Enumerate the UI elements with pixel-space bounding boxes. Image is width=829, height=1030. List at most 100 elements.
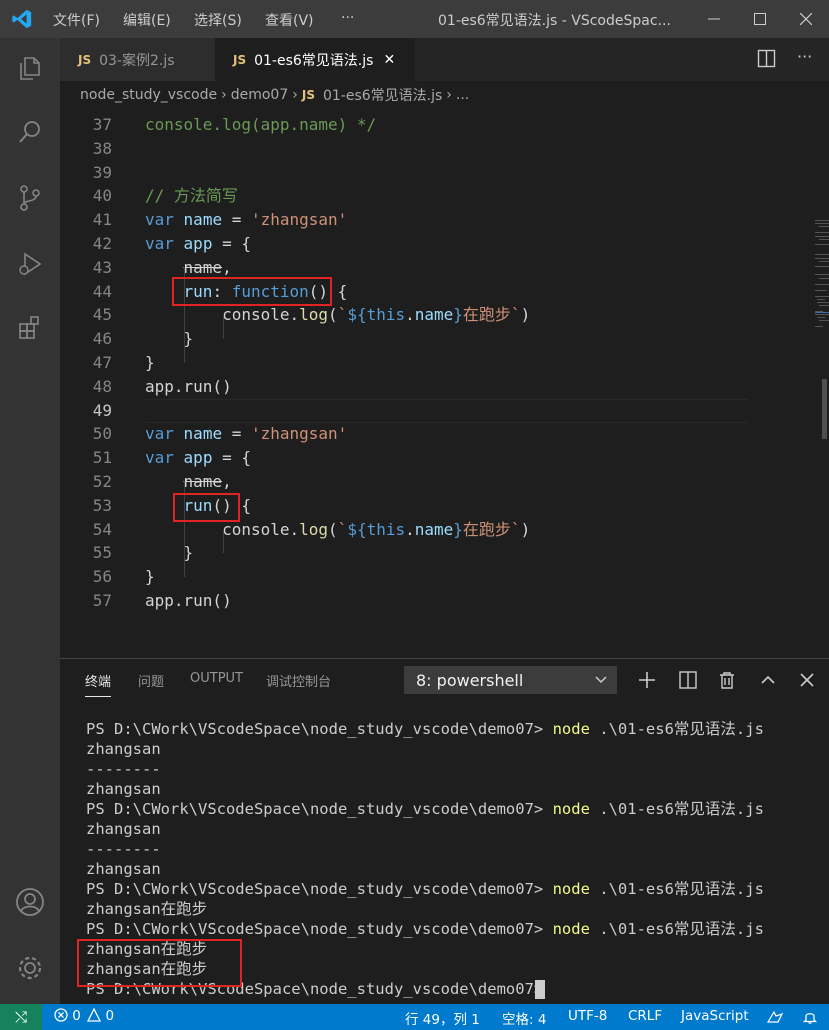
annotation-box-run-function: [172, 277, 332, 306]
code-line[interactable]: 40 // 方法简写: [60, 184, 829, 208]
close-panel-icon[interactable]: [796, 669, 818, 691]
menu-selection[interactable]: 选择(S): [194, 10, 242, 30]
code-line[interactable]: 37 console.log(app.name) */: [60, 113, 829, 137]
code-line[interactable]: 45 console.log(`${this.name}在跑步`): [60, 303, 829, 327]
close-window-button[interactable]: [783, 0, 829, 38]
tab-terminal[interactable]: 终端: [85, 671, 112, 697]
tab-01-es6-syntax[interactable]: JS 01-es6常见语法.js ✕: [215, 38, 415, 81]
split-terminal-icon[interactable]: [677, 669, 699, 691]
line-number: 42: [92, 234, 112, 253]
line-number: 40: [92, 186, 112, 206]
line-number: 56: [92, 567, 112, 587]
warning-count: 0: [105, 1008, 115, 1024]
code-line[interactable]: 47}: [60, 351, 829, 375]
tab-problems[interactable]: 问题: [138, 671, 164, 690]
new-terminal-icon[interactable]: [636, 669, 658, 691]
explorer-icon[interactable]: [12, 50, 48, 86]
close-tab-icon[interactable]: ✕: [383, 52, 395, 68]
code-text: // 方法简写: [145, 186, 238, 206]
terminal-line: zhangsan: [86, 740, 161, 758]
tab-03-case2[interactable]: JS 03-案例2.js: [60, 38, 215, 81]
minimap[interactable]: [815, 218, 829, 338]
settings-gear-icon[interactable]: [12, 950, 48, 986]
tab-debug-console[interactable]: 调试控制台: [266, 671, 331, 690]
run-debug-icon[interactable]: [12, 246, 48, 282]
code-line[interactable]: 52 name,: [60, 470, 829, 494]
code-text: var app = {: [145, 234, 251, 253]
terminal-line: --------: [86, 760, 161, 778]
maximize-panel-icon[interactable]: [757, 669, 779, 691]
minimize-button[interactable]: [691, 0, 737, 38]
tab-output[interactable]: OUTPUT: [190, 671, 243, 686]
breadcrumb-folder[interactable]: demo07: [231, 87, 289, 103]
code-line[interactable]: 55 }: [60, 541, 829, 565]
terminal-prompt: PS D:\CWork\VScodeSpace\node_study_vscod…: [86, 720, 553, 738]
editor-scrollbar[interactable]: [822, 379, 827, 439]
code-line[interactable]: 46 }: [60, 327, 829, 351]
terminal-line: zhangsan: [86, 820, 161, 838]
more-actions-icon[interactable]: ···: [797, 47, 812, 66]
breadcrumb-file[interactable]: 01-es6常见语法.js: [323, 85, 442, 105]
code-line[interactable]: 50 var name = 'zhangsan': [60, 422, 829, 446]
code-line[interactable]: 51 var app = {: [60, 446, 829, 470]
current-line-highlight: [145, 399, 749, 423]
indentation[interactable]: 空格: 4: [502, 1008, 546, 1028]
terminal-select[interactable]: 8: powershell: [404, 666, 617, 694]
indent-guide: [223, 315, 224, 339]
code-text: var name = 'zhangsan': [145, 424, 348, 444]
menu-more[interactable]: ···: [341, 10, 354, 26]
extensions-icon[interactable]: [12, 310, 48, 346]
code-line[interactable]: 41 var name = 'zhangsan': [60, 208, 829, 232]
line-number: 55: [92, 543, 112, 563]
terminal-cursor: [535, 980, 545, 999]
feedback-icon[interactable]: [766, 1010, 784, 1024]
code-text: }: [145, 567, 155, 587]
tab-label: 03-案例2.js: [99, 52, 175, 69]
line-number: 43: [92, 257, 112, 277]
search-icon[interactable]: [12, 114, 48, 150]
chevron-down-icon: [595, 676, 607, 684]
menu-edit[interactable]: 编辑(E): [123, 10, 171, 30]
cursor-position[interactable]: 行 49，列 1: [405, 1008, 480, 1028]
remote-indicator-icon[interactable]: ⤭: [0, 1004, 42, 1030]
line-number: 47: [92, 353, 112, 372]
terminal-line: --------: [86, 840, 161, 858]
code-line[interactable]: 42 var app = {: [60, 232, 829, 256]
code-editor[interactable]: 37 console.log(app.name) */38 39 40// 方法简写 4…: [60, 109, 829, 658]
menu-file[interactable]: 文件(F): [53, 10, 100, 30]
line-number: 52: [92, 472, 112, 491]
trash-icon[interactable]: [716, 669, 738, 691]
minimize-icon: [708, 18, 720, 20]
language-mode[interactable]: JavaScript: [681, 1008, 749, 1024]
breadcrumb-folder[interactable]: node_study_vscode: [80, 87, 217, 103]
annotation-box-output: [77, 939, 242, 987]
code-line[interactable]: 57 app.run(): [60, 589, 829, 613]
maximize-icon: [754, 13, 766, 25]
code-line[interactable]: 56}: [60, 565, 829, 589]
split-editor-icon[interactable]: [757, 49, 777, 73]
line-number: 54: [92, 519, 112, 539]
account-icon[interactable]: [12, 884, 48, 920]
notifications-bell-icon[interactable]: [802, 1009, 818, 1025]
line-number: 48: [92, 376, 112, 396]
line-ending[interactable]: CRLF: [628, 1008, 662, 1024]
code-line[interactable]: 39: [60, 161, 829, 185]
source-control-icon[interactable]: [12, 180, 48, 216]
code-text: name,: [183, 472, 232, 491]
menu-view[interactable]: 查看(V): [265, 10, 314, 30]
line-number: 46: [92, 329, 112, 349]
code-line[interactable]: 48 app.run(): [60, 375, 829, 399]
terminal-args: .\01-es6常见语法.js: [589, 800, 764, 818]
breadcrumb-symbol[interactable]: ...: [456, 87, 469, 103]
problems-indicator[interactable]: 0 0: [54, 1007, 115, 1024]
title-bar: 文件(F) 编辑(E) 选择(S) 查看(V) ··· 01-es6常见语法.j…: [0, 0, 829, 38]
maximize-button[interactable]: [737, 0, 783, 38]
code-line[interactable]: 38: [60, 137, 829, 161]
editor-tab-bar: JS 03-案例2.js JS 01-es6常见语法.js ✕ ···: [60, 38, 829, 81]
js-file-icon: JS: [233, 52, 247, 67]
code-text: var app = {: [145, 448, 251, 468]
code-text: console.log(app.name) */: [145, 115, 377, 134]
terminal-args: .\01-es6常见语法.js: [589, 920, 764, 938]
line-number: 37: [92, 115, 112, 134]
encoding[interactable]: UTF-8: [568, 1008, 607, 1024]
